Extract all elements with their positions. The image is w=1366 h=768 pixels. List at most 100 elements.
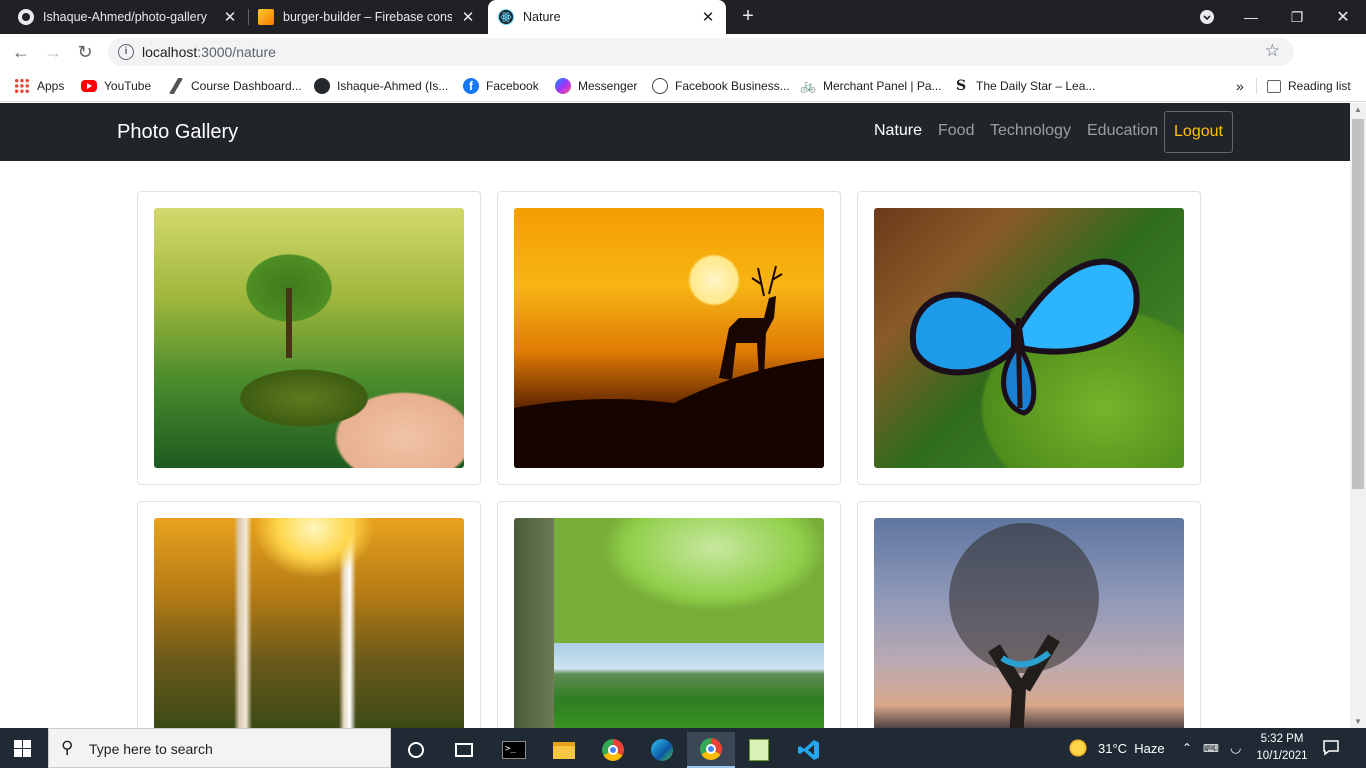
windows-start-icon[interactable] (14, 740, 31, 757)
daily-star-icon: S (955, 78, 967, 94)
nav-link-nature[interactable]: Nature (874, 122, 922, 140)
notification-icon[interactable] (1322, 738, 1342, 758)
input-method-icon[interactable]: ⌨ (1203, 728, 1219, 768)
nav-link-technology[interactable]: Technology (990, 122, 1071, 140)
react-icon (498, 9, 514, 25)
bookmark-apps[interactable]: Apps (14, 77, 64, 95)
photo-deer-sunset[interactable] (514, 208, 824, 468)
close-tab-icon[interactable]: ✕ (222, 8, 238, 26)
photo-card[interactable] (497, 501, 841, 728)
scroll-up-icon[interactable]: ▲ (1354, 105, 1362, 114)
tab-title: Nature (523, 10, 561, 24)
reading-list-button[interactable]: Reading list (1267, 77, 1351, 95)
chrome-active-app-icon[interactable] (687, 732, 735, 768)
bookmark-github[interactable]: Ishaque-Ahmed (Is... (314, 77, 448, 95)
photo-butterfly[interactable] (874, 208, 1184, 468)
terminal-app-icon[interactable]: >_ (490, 732, 538, 768)
photo-card[interactable] (497, 191, 841, 485)
nav-link-food[interactable]: Food (938, 122, 974, 140)
photo-waterfall[interactable] (154, 518, 464, 728)
github-icon (18, 9, 34, 25)
bookmark-divider (1256, 78, 1257, 94)
notepad-plus-icon[interactable] (735, 732, 783, 768)
photo-hammock[interactable] (874, 518, 1184, 728)
taskbar-clock[interactable]: 5:32 PM 10/1/2021 (1252, 731, 1312, 765)
reading-list-label: Reading list (1288, 79, 1351, 93)
apps-grid-icon (14, 78, 30, 94)
tab-github[interactable]: Ishaque-Ahmed/photo-gallery ✕ (8, 0, 248, 34)
photo-card[interactable] (857, 191, 1201, 485)
bookmark-youtube[interactable]: YouTube (81, 77, 151, 95)
facebook-business-icon (652, 78, 668, 94)
bookmark-label: Course Dashboard... (191, 79, 302, 93)
reading-list-icon (1267, 79, 1281, 93)
window-close-icon[interactable]: ✕ (1320, 0, 1366, 34)
weather-widget[interactable]: 31°C Haze (1068, 728, 1165, 768)
scroll-thumb[interactable] (1352, 119, 1364, 489)
scroll-down-icon[interactable]: ▼ (1354, 717, 1362, 726)
chrome-app-icon[interactable] (589, 732, 637, 768)
bookmark-messenger[interactable]: Messenger (555, 77, 637, 95)
facebook-icon: f (463, 78, 479, 94)
youtube-icon (81, 80, 97, 92)
github-icon (314, 78, 330, 94)
page-scrollbar[interactable]: ▲ ▼ (1350, 103, 1366, 728)
photo-tree-hand[interactable] (154, 208, 464, 468)
file-explorer-icon[interactable] (540, 732, 588, 768)
photo-card[interactable] (857, 501, 1201, 728)
brand-title[interactable]: Photo Gallery (117, 121, 238, 144)
task-view-icon[interactable] (440, 732, 488, 768)
bookmark-label: Apps (37, 79, 65, 93)
cortana-icon[interactable] (392, 732, 440, 768)
tab-search-icon[interactable] (1200, 10, 1214, 24)
address-url[interactable]: localhost:3000/nature (142, 44, 276, 60)
windows-taskbar: ⚲ Type here to search >_ 31°C Haze ⌃ ⌨ ◡… (0, 728, 1366, 768)
url-path: :3000/nature (197, 44, 276, 60)
minimize-icon[interactable]: — (1228, 0, 1274, 34)
tab-title: Ishaque-Ahmed/photo-gallery (43, 10, 207, 24)
bookmark-label: Messenger (578, 79, 638, 93)
close-tab-icon[interactable]: ✕ (700, 8, 716, 26)
back-arrow-icon[interactable]: ← (9, 40, 33, 64)
new-tab-button[interactable]: + (736, 4, 760, 28)
bookmark-daily-star[interactable]: S The Daily Star – Lea... (953, 77, 1095, 95)
more-bookmarks-icon[interactable]: » (1236, 77, 1244, 95)
clock-date: 10/1/2021 (1256, 750, 1308, 762)
bookmark-facebook[interactable]: f Facebook (463, 77, 539, 95)
search-placeholder: Type here to search (89, 741, 213, 757)
bookmarks-bar: Apps YouTube Course Dashboard... Ishaque… (0, 70, 1366, 102)
tab-firebase[interactable]: burger-builder – Firebase console ✕ (248, 0, 486, 34)
gallery-content (0, 161, 1350, 728)
logout-button[interactable]: Logout (1164, 111, 1233, 153)
photo-card[interactable] (137, 191, 481, 485)
course-icon (168, 78, 184, 94)
weather-haze-icon (1068, 738, 1088, 758)
bookmark-label: Ishaque-Ahmed (Is... (337, 79, 449, 93)
bookmark-label: Facebook Business... (675, 79, 790, 93)
network-icon[interactable]: ◡ (1230, 728, 1241, 768)
url-host: localhost (142, 44, 198, 60)
browser-toolbar: ← → ↻ i localhost:3000/nature ☆ ⋮ (0, 34, 1366, 97)
tab-title: burger-builder – Firebase console (283, 10, 452, 24)
bookmark-star-icon[interactable]: ☆ (1265, 41, 1280, 61)
bookmark-label: YouTube (104, 79, 152, 93)
vscode-app-icon[interactable] (785, 732, 833, 768)
bookmark-facebook-business[interactable]: Facebook Business... (652, 77, 790, 95)
bookmark-merchant-panel[interactable]: 🚲 Merchant Panel | Pa... (800, 77, 942, 95)
firebase-icon (258, 9, 274, 25)
forward-arrow-icon[interactable]: → (41, 40, 65, 64)
weather-text: 31°C Haze (1098, 740, 1165, 756)
nav-link-education[interactable]: Education (1087, 122, 1158, 140)
close-tab-icon[interactable]: ✕ (460, 8, 476, 26)
tab-nature[interactable]: Nature ✕ (488, 0, 726, 34)
photo-valley[interactable] (514, 518, 824, 728)
restore-icon[interactable]: ❐ (1274, 0, 1320, 34)
bookmark-course-dashboard[interactable]: Course Dashboard... (168, 77, 302, 95)
taskbar-search-box[interactable]: ⚲ Type here to search (48, 728, 391, 768)
address-bar[interactable]: i localhost:3000/nature ☆ (108, 38, 1294, 66)
tray-chevron-icon[interactable]: ⌃ (1182, 728, 1192, 768)
edge-app-icon[interactable] (638, 732, 686, 768)
photo-card[interactable] (137, 501, 481, 728)
site-info-icon[interactable]: i (118, 44, 134, 60)
reload-icon[interactable]: ↻ (73, 40, 97, 64)
